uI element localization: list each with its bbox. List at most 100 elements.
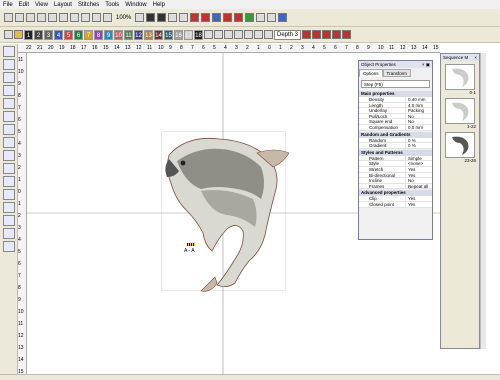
zoom-dropdown-icon[interactable]	[135, 13, 145, 22]
select-tool-icon[interactable]	[3, 46, 15, 57]
zoom-value[interactable]: 100%	[114, 15, 133, 21]
property-row[interactable]: Frames Repeat all	[359, 183, 432, 190]
stitch-type-select[interactable]: Step (F5)	[361, 80, 430, 88]
chain-tool-icon[interactable]	[3, 228, 15, 239]
sequence-thumbnail[interactable]	[445, 64, 475, 90]
color-slot-14[interactable]: 14	[154, 29, 163, 40]
menu-item-file[interactable]: File	[3, 2, 13, 8]
vertical-scrollbar[interactable]	[480, 53, 486, 349]
zoom-tool-icon[interactable]	[3, 111, 15, 122]
sequence-thumbnail[interactable]	[445, 132, 475, 158]
color-slot-3[interactable]: 3	[44, 29, 53, 40]
color-slot-7[interactable]: 7	[84, 29, 93, 40]
property-value[interactable]: Simple	[405, 155, 432, 161]
reshape-tool-icon[interactable]	[3, 72, 15, 83]
fish-design[interactable]	[157, 133, 297, 293]
undo-icon[interactable]	[81, 13, 90, 22]
jump-tool-icon[interactable]	[3, 241, 15, 252]
property-value[interactable]: No	[405, 178, 432, 183]
node-tool-icon[interactable]	[3, 59, 15, 70]
stop-icon[interactable]	[214, 30, 223, 39]
grid-icon[interactable]	[168, 13, 178, 22]
property-value[interactable]: Yes	[405, 201, 432, 207]
color-slot-18[interactable]: 18	[194, 29, 203, 40]
flag-icon[interactable]	[264, 30, 273, 39]
color-slot-10[interactable]: 10	[114, 29, 123, 40]
tool-icon[interactable]	[256, 13, 266, 22]
info-icon[interactable]	[278, 13, 288, 22]
applique-icon[interactable]	[3, 215, 15, 226]
check-icon[interactable]	[245, 13, 255, 22]
marker-icon[interactable]	[234, 13, 244, 22]
trim-icon[interactable]	[201, 13, 211, 22]
pattern-fill-icon[interactable]	[3, 202, 15, 213]
color-slot-15[interactable]: 15	[164, 29, 173, 40]
property-value[interactable]: Packing	[405, 108, 432, 113]
measure-tool-icon[interactable]	[3, 150, 15, 161]
color-slot-12[interactable]: 12	[134, 29, 143, 40]
color-slot-1[interactable]: 1	[24, 29, 33, 40]
new-file-icon[interactable]	[4, 13, 13, 22]
property-value[interactable]: 0 %	[405, 137, 432, 143]
tool-icon[interactable]	[267, 13, 277, 22]
menu-item-stitches[interactable]: Stitches	[78, 2, 99, 8]
pattern-tool-icon[interactable]	[3, 98, 15, 109]
property-row[interactable]: Gradient 0 %	[359, 143, 432, 149]
property-value[interactable]: Yes	[405, 166, 432, 172]
marker-icon[interactable]	[342, 30, 352, 39]
fill-area-tool-icon[interactable]	[3, 189, 15, 200]
satin-tool-icon[interactable]	[3, 163, 15, 174]
trim-icon[interactable]	[224, 30, 233, 39]
cut-icon[interactable]	[48, 13, 57, 22]
arrow-icon[interactable]	[312, 30, 322, 39]
flag-icon[interactable]	[234, 30, 243, 39]
save-icon[interactable]	[26, 13, 35, 22]
color-slot-16[interactable]: 16	[174, 29, 183, 40]
property-value[interactable]: 0.40 mm	[405, 97, 432, 102]
menu-item-window[interactable]: Window	[125, 2, 146, 8]
color-slot-5[interactable]: 5	[64, 29, 73, 40]
zoom-icon[interactable]	[103, 13, 112, 22]
tab-options[interactable]: Options	[359, 69, 383, 77]
close-icon[interactable]: × ▣	[422, 62, 430, 68]
color-icon[interactable]	[212, 13, 222, 22]
color-slot-6[interactable]: 6	[74, 29, 83, 40]
paste-icon[interactable]	[70, 13, 79, 22]
stitch-tool-icon[interactable]	[157, 13, 167, 22]
fill-tool-icon[interactable]	[3, 85, 15, 96]
close-icon[interactable]: ×	[474, 55, 477, 60]
select-icon[interactable]	[4, 30, 13, 39]
color-slot-8[interactable]: 8	[94, 29, 103, 40]
color-slot-13[interactable]: 13	[144, 29, 153, 40]
sequence-thumbnail[interactable]	[445, 98, 475, 124]
open-file-icon[interactable]	[15, 13, 24, 22]
arrow-icon[interactable]	[302, 30, 312, 39]
property-value[interactable]: 0.0 mm	[405, 124, 432, 130]
copy-icon[interactable]	[59, 13, 68, 22]
view-icon[interactable]	[179, 13, 189, 22]
property-row[interactable]: Closed point Yes	[359, 201, 432, 208]
color-slot-2[interactable]: 2	[34, 29, 43, 40]
magic-tool-icon[interactable]	[3, 137, 15, 148]
flag-icon[interactable]	[244, 30, 253, 39]
property-value[interactable]: Repeat all	[405, 183, 432, 189]
menu-item-help[interactable]: Help	[153, 2, 165, 8]
property-value[interactable]: <none>	[405, 161, 432, 166]
property-value[interactable]: No	[405, 113, 432, 119]
needle-icon[interactable]	[204, 30, 213, 39]
color-slot-4[interactable]: 4	[54, 29, 63, 40]
marker-icon[interactable]	[223, 13, 233, 22]
property-row[interactable]: Compensation 0.0 mm	[359, 124, 432, 131]
marker-icon[interactable]	[332, 30, 342, 39]
color-slot-17[interactable]: 17	[184, 29, 193, 40]
flag-icon[interactable]	[254, 30, 263, 39]
property-value[interactable]: 0 %	[405, 143, 432, 148]
menu-item-edit[interactable]: Edit	[19, 2, 29, 8]
marker-icon[interactable]	[322, 30, 332, 39]
redo-icon[interactable]	[92, 13, 101, 22]
menu-item-layout[interactable]: Layout	[54, 2, 72, 8]
depth-select[interactable]: Depth 3	[274, 29, 302, 40]
property-value[interactable]: 4.0 mm	[405, 102, 432, 108]
run-tool-icon[interactable]	[3, 176, 15, 187]
menu-item-view[interactable]: View	[35, 2, 48, 8]
